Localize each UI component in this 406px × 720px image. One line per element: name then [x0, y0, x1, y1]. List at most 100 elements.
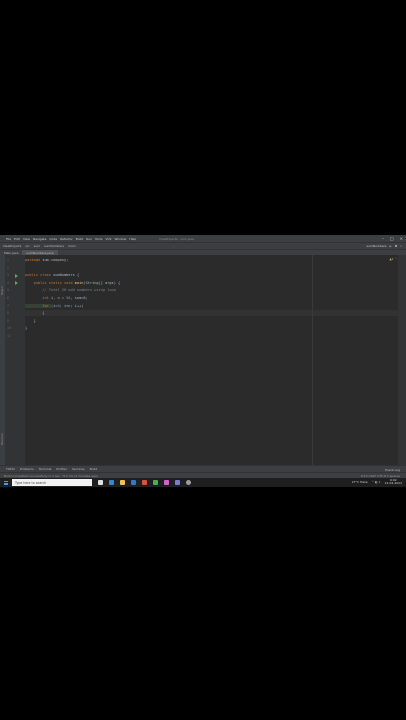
network-icon[interactable]: ⌃ ◐ ♪: [372, 480, 381, 484]
line-number: 11: [7, 334, 11, 338]
code-line: public static void main(String[] args) {: [25, 280, 121, 285]
window-title: IdeaProjects - sum.java: [159, 236, 195, 241]
menu-bar: File Edit View Navigate Code Refactor Build Run…: [0, 235, 406, 242]
tab-label: sumNumbers.java: [26, 250, 54, 255]
tool-window-profiler[interactable]: Profiler: [56, 467, 67, 471]
menu-item-build[interactable]: Build: [76, 237, 84, 241]
navigation-bar: IdeaProjects src sum sumNumbers main sumNumb…: [0, 242, 406, 249]
code-token: i, n =: [50, 296, 67, 300]
run-config-select[interactable]: sumNumbers: [366, 244, 386, 248]
tool-window-problems[interactable]: Problems: [20, 467, 34, 471]
code-line: // Total 50 odd numbers using loop: [25, 288, 116, 292]
line-number: 8: [7, 311, 9, 316]
line-number: 7: [7, 303, 9, 308]
tool-window-todo[interactable]: TODO: [6, 467, 15, 471]
code-token: public static void: [25, 280, 75, 285]
breadcrumb-item[interactable]: sumNumbers: [44, 244, 64, 248]
tool-window-build[interactable]: Build: [90, 467, 98, 471]
code-token: }: [25, 326, 28, 331]
menu-item-window[interactable]: Window: [114, 237, 126, 241]
code-token: ; i<n; i++): [59, 303, 84, 308]
breadcrumb-item[interactable]: IdeaProjects: [3, 244, 21, 248]
mail-icon[interactable]: [131, 480, 136, 485]
line-number: 10: [7, 326, 11, 331]
code-line: int i, n = 50, sum=0;: [25, 296, 87, 300]
line-gutter: 1 2 3 4 5 6 7 8 9 10 11: [5, 255, 25, 465]
code-token: package: [25, 258, 43, 262]
windows-taskbar: Type here to search 27°C Haze ⌃ ◐ ♪ 9:02…: [0, 478, 406, 487]
menu-item-vcs[interactable]: VCS: [105, 237, 111, 241]
window-controls: – □ ×: [382, 236, 403, 241]
task-view-icon[interactable]: [98, 480, 103, 485]
line-number: 4: [7, 280, 9, 285]
line-number: 2: [7, 265, 9, 270]
menu-item-file[interactable]: File: [6, 237, 11, 241]
code-token: (String[] args) {: [83, 280, 121, 285]
tool-window-services[interactable]: Services: [72, 467, 85, 471]
gutter-run-icon[interactable]: [15, 273, 18, 278]
right-margin-guide: [312, 255, 313, 465]
store-icon[interactable]: [153, 480, 158, 485]
code-token: public class: [25, 273, 54, 278]
code-token: // Total 50 odd numbers using loop: [25, 288, 116, 293]
menu-item-edit[interactable]: Edit: [14, 237, 20, 241]
line-number: 6: [7, 296, 9, 300]
debug-icon[interactable]: ✱: [395, 244, 398, 248]
edge-browser-icon[interactable]: [109, 480, 114, 485]
menu-item-help[interactable]: Help: [129, 237, 136, 241]
code-line: public class sumNumbers {: [25, 273, 79, 277]
code-token: int: [25, 296, 51, 300]
status-message: Build completed successfully in 2 sec, 7…: [4, 473, 98, 478]
line-number: 1: [7, 258, 9, 262]
line-number: 9: [7, 318, 9, 323]
tool-window-terminal[interactable]: Terminal: [39, 467, 52, 471]
maximize-icon[interactable]: □: [390, 236, 394, 241]
menu-item-run[interactable]: Run: [86, 237, 92, 241]
right-tool-strip: [398, 255, 406, 465]
menu-item-tools[interactable]: Tools: [95, 237, 102, 241]
taskbar-search-input[interactable]: Type here to search: [12, 479, 92, 486]
close-icon[interactable]: ×: [400, 236, 403, 241]
minimize-icon[interactable]: –: [382, 236, 384, 241]
app-icon[interactable]: [175, 480, 180, 485]
bottom-tool-bar: TODO Problems Terminal Profiler Services Buil…: [0, 465, 406, 472]
menu-item-view[interactable]: View: [23, 237, 30, 241]
line-number: 3: [7, 273, 9, 278]
menu-item-refactor[interactable]: Refactor: [60, 237, 73, 241]
code-line: }: [25, 319, 36, 323]
windows-start-icon[interactable]: [4, 480, 9, 485]
breadcrumb-item[interactable]: main: [68, 244, 76, 248]
current-line-highlight: [25, 310, 398, 317]
breadcrumb: IdeaProjects src sum sumNumbers main: [3, 244, 76, 248]
code-line: package sum.company;: [25, 258, 68, 262]
search-icon[interactable]: ⌕: [400, 244, 402, 248]
run-icon[interactable]: ▶: [389, 244, 391, 248]
code-token: {: [25, 311, 45, 316]
chrome-icon[interactable]: [142, 480, 147, 485]
line-number: 5: [7, 288, 9, 293]
weather-widget[interactable]: 27°C Haze: [352, 480, 368, 484]
breadcrumb-item[interactable]: sum: [34, 244, 40, 248]
ide-screen: File Edit View Navigate Code Refactor Build Run…: [0, 235, 406, 487]
menu-item-navigate[interactable]: Navigate: [33, 237, 46, 241]
structure-tool-label[interactable]: Structure: [1, 433, 4, 445]
inspection-warning-icon[interactable]: ▲1 ⌃: [389, 257, 397, 261]
code-token: sumNumbers {: [53, 273, 80, 278]
settings-icon[interactable]: [186, 480, 191, 485]
search-placeholder: Type here to search: [15, 480, 47, 485]
run-toolbar: sumNumbers ▶ ✱ ⌕: [366, 244, 402, 248]
code-line: for (i=0; i<n; i++): [25, 303, 84, 308]
intellij-icon[interactable]: [164, 480, 169, 485]
clock[interactable]: 9:02 12-04-2022: [384, 478, 402, 486]
menu-item-code[interactable]: Code: [49, 237, 57, 241]
clock-date: 12-04-2022: [384, 481, 402, 486]
system-tray: 27°C Haze ⌃ ◐ ♪ 9:02 12-04-2022: [352, 478, 402, 486]
code-editor[interactable]: package sum.company; public class sumNumb…: [25, 255, 398, 465]
code-token: for: [25, 303, 51, 308]
file-explorer-icon[interactable]: [120, 480, 125, 485]
gutter-run-icon[interactable]: [15, 281, 18, 286]
code-token: }: [25, 318, 36, 323]
code-line: {: [25, 311, 44, 315]
breadcrumb-item[interactable]: src: [25, 244, 29, 248]
project-tool-label[interactable]: Project: [1, 286, 4, 295]
